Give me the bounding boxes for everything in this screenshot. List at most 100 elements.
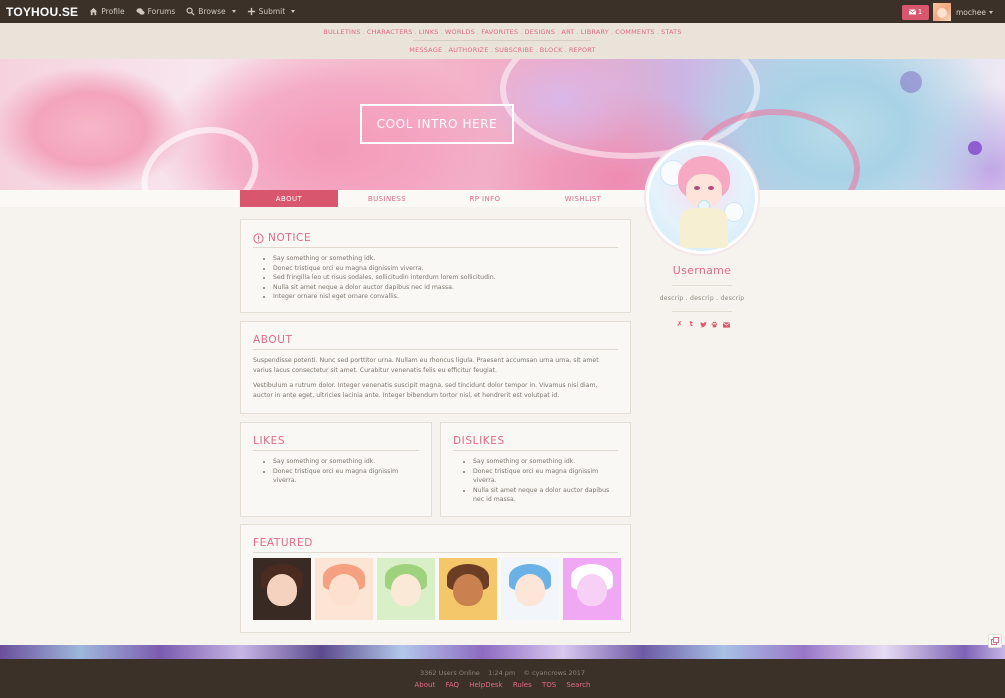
marble-swirl [128,111,272,190]
list-item: Donec tristique orci eu magna dignissim … [473,467,618,486]
subnav-link-comments[interactable]: COMMENTS [615,28,655,36]
dislikes-title: DISLIKES [453,435,618,451]
window-toggle-button[interactable] [988,634,1002,648]
footer-marble-band [0,645,1005,659]
subnav-divider [413,40,591,41]
tab-about[interactable]: ABOUT [240,190,338,207]
subnav-link-designs[interactable]: DESIGNS [525,28,556,36]
paw-icon[interactable] [711,321,718,328]
featured-character-6[interactable] [563,558,621,620]
user-area: 1 mochee [902,3,993,21]
twitter-icon[interactable] [699,321,707,328]
footer-status: 3362 Users Online 1:24 pm © cyancrows 20… [0,669,1005,677]
avatar-body [680,208,728,248]
profile-banner: COOL INTRO HERE [0,59,1005,190]
intro-banner-box: COOL INTRO HERE [360,104,514,144]
featured-panel: FEATURED [240,524,631,633]
user-avatar[interactable] [933,3,951,21]
top-navbar: TOYHOU.SE Profile Forums Browse Submit 1… [0,0,1005,23]
profile-subnav: BULLETINS. CHARACTERS. LINKS. WORLDS. FAVORI… [0,23,1005,59]
likes-panel: LIKES Say something or something idk. Do… [240,422,432,517]
list-item: Nulla sit amet neque a dolor auctor dapi… [473,486,618,505]
social-links: ✗ t [676,321,730,328]
list-item: Integer ornare nisl eget ornare convalli… [273,292,618,302]
footer-link-helpdesk[interactable]: HelpDesk [469,681,502,689]
tab-rp-info[interactable]: RP INFO [436,190,534,207]
subnav-link-favorites[interactable]: FAVORITES [481,28,518,36]
profile-avatar[interactable] [644,140,760,256]
notice-title: NOTICE [253,232,618,248]
windows-icon [991,637,999,645]
nav-forums[interactable]: Forums [136,7,176,16]
subnav-link-bulletins[interactable]: BULLETINS [323,28,360,36]
users-online: 3362 Users Online [419,669,480,677]
featured-character-1[interactable] [253,558,311,620]
mail-icon[interactable] [723,321,730,328]
featured-character-5[interactable] [501,558,559,620]
message-count: 1 [917,8,923,16]
profile-description: descrip . descrip . descrip [659,295,745,302]
subnav-link-worlds[interactable]: WORLDS [445,28,475,36]
profile-username: Username [672,264,732,277]
subnav-link-library[interactable]: LIBRARY [581,28,609,36]
messages-button[interactable]: 1 [902,4,929,20]
footer-link-tos[interactable]: TOS [542,681,556,689]
profile-divider [672,311,732,312]
notice-list: Say something or something idk. Donec tr… [253,254,618,302]
chevron-down-icon [231,10,236,13]
home-icon [90,7,98,16]
footer-link-search[interactable]: Search [566,681,590,689]
subnav-link-stats[interactable]: STATS [661,28,682,36]
character-face [577,574,607,606]
subnav-action-message[interactable]: MESSAGE [409,46,442,54]
avatar-eye [694,186,700,190]
server-time: 1:24 pm [488,669,516,677]
nav-submit[interactable]: Submit [247,7,296,16]
plus-icon [247,7,255,16]
tumblr-icon[interactable]: t [688,321,695,328]
featured-character-4[interactable] [439,558,497,620]
user-menu[interactable]: mochee [956,8,993,17]
profile-tabs: ABOUT BUSINESS RP INFO WISHLIST [240,190,632,207]
nav-submit-label: Submit [258,7,286,16]
list-item: Sed fringilla leo ut risus sodales, soll… [273,273,618,283]
subnav-action-subscribe[interactable]: SUBSCRIBE [495,46,534,54]
footer-link-about[interactable]: About [415,681,436,689]
subnav-action-report[interactable]: REPORT [569,46,596,54]
character-face [453,574,483,606]
about-paragraph: Suspendisse potenti. Nunc sed porttitor … [253,357,599,374]
character-face [329,574,359,606]
character-face [267,574,297,606]
tab-wishlist[interactable]: WISHLIST [534,190,632,207]
nav-browse[interactable]: Browse [186,7,236,16]
search-icon [186,7,195,16]
marble-spot [968,141,982,155]
tab-business[interactable]: BUSINESS [338,190,436,207]
nav-browse-label: Browse [198,7,226,16]
subnav-action-block[interactable]: BLOCK [540,46,563,54]
list-item: Say something or something idk. [273,254,618,264]
list-item: Donec tristique orci eu magna dignissim … [273,467,419,486]
copyright: © cyancrows 2017 [523,669,586,677]
subnav-row-primary: BULLETINS. CHARACTERS. LINKS. WORLDS. FAVORI… [0,23,1005,41]
featured-character-3[interactable] [377,558,435,620]
footer-link-faq[interactable]: FAQ [445,681,459,689]
chat-icon [136,8,145,15]
deviantart-icon[interactable]: ✗ [676,321,683,328]
featured-character-2[interactable] [315,558,373,620]
chevron-down-icon [989,10,993,14]
footer-link-rules[interactable]: Rules [513,681,532,689]
subnav-row-actions: MESSAGE. AUTHORIZE. SUBSCRIBE. BLOCK. REPORT [0,41,1005,59]
nav-forums-label: Forums [147,7,176,16]
featured-title: FEATURED [253,537,618,553]
subnav-action-authorize[interactable]: AUTHORIZE [449,46,489,54]
notice-panel: NOTICE Say something or something idk. D… [240,219,631,313]
subnav-link-links[interactable]: LINKS [419,28,439,36]
nav-profile[interactable]: Profile [89,7,125,16]
site-logo[interactable]: TOYHOU.SE [6,5,78,19]
character-face [391,574,421,606]
subnav-link-art[interactable]: ART [561,28,574,36]
subnav-link-characters[interactable]: CHARACTERS [367,28,413,36]
dislikes-list: Say something or something idk. Donec tr… [453,457,618,505]
envelope-icon [908,9,916,15]
